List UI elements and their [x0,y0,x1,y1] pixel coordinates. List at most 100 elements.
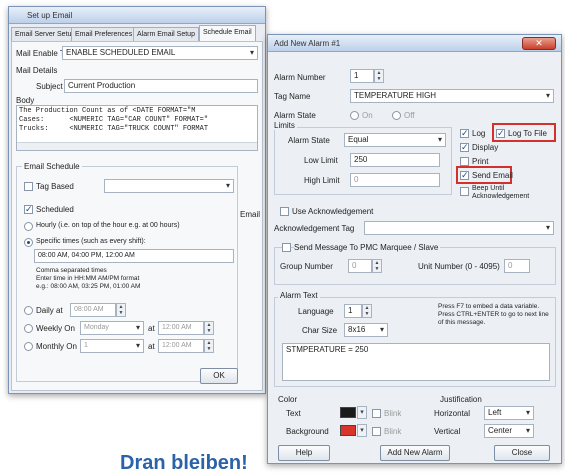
print-label: Print [472,157,489,166]
text-blink-checkbox[interactable] [372,409,381,418]
tag-name-combo[interactable]: TEMPERATURE HIGH [350,89,554,103]
window-title: Set up Email [27,11,73,20]
group-number-label: Group Number [280,262,333,271]
group-number-input[interactable]: 0 [348,259,372,273]
weekly-day-combo[interactable]: Monday [80,321,144,335]
daily-label: Daily at [36,306,63,315]
body-line-2: Cases: <NUMERIC TAG="CAR COUNT" FORMAT=" [19,116,209,124]
log-checkbox[interactable] [460,128,469,139]
tag-based-combo[interactable] [104,179,234,193]
send-email-checkbox[interactable] [460,170,469,181]
text-color-dropdown[interactable]: ▾ [357,406,367,419]
group-number-spinner[interactable]: ▲ ▼ [372,259,382,273]
daily-time-input[interactable]: 08:00 AM [70,303,116,317]
daily-radio[interactable] [24,306,33,315]
unit-number-label: Unit Number (0 - 4095) [418,262,500,271]
horizontal-combo[interactable]: Left [484,406,534,420]
low-limit-label: Low Limit [304,156,338,165]
alarm-state-off-radio[interactable] [392,111,401,120]
display-label: Display [472,143,499,152]
tag-based-label: Tag Based [36,182,74,191]
ok-button[interactable]: OK [200,368,238,384]
high-limit-label: High Limit [304,176,340,185]
body-line-1: The Production Count as of <DATE FORMAT=… [19,107,196,115]
alarm-text-hint: Press F7 to embed a data variable. Press… [438,303,549,326]
beep-checkbox[interactable] [460,187,469,196]
alarm-state-on-label: On [362,111,373,120]
setup-email-window: Set up Email Email Server Setup Email Pr… [8,6,266,394]
close-button[interactable]: Close [494,445,550,461]
background-color-swatch[interactable] [340,425,356,436]
monthly-radio[interactable] [24,342,33,351]
tag-name-label: Tag Name [274,92,311,101]
alarm-dialog-titlebar[interactable]: Add New Alarm #1 ✕ [268,35,561,52]
ack-tag-combo[interactable] [364,221,554,235]
language-label: Language [298,307,334,316]
beep-label: Beep Until Acknowledgement [472,185,530,200]
weekly-time-spinner[interactable]: ▲ ▼ [204,321,214,335]
close-icon[interactable]: ✕ [522,37,556,50]
hourly-radio[interactable] [24,222,33,231]
dialog-title: Add New Alarm #1 [274,39,341,48]
ack-tag-label: Acknowledgement Tag [274,224,355,233]
horizontal-scrollbar[interactable] [17,142,257,150]
monthly-time-input[interactable]: 12:00 AM [158,339,204,353]
alarm-number-input[interactable]: 1 [350,69,374,83]
weekly-radio[interactable] [24,324,33,333]
alarm-state-on-radio[interactable] [350,111,359,120]
monthly-label: Monthly On [36,342,77,351]
tab-schedule-email[interactable]: Schedule Email [199,25,256,42]
alarm-number-spinner[interactable]: ▲ ▼ [374,69,384,83]
send-message-checkbox[interactable] [282,243,291,252]
weekly-time-input[interactable]: 12:00 AM [158,321,204,335]
setup-email-titlebar[interactable]: Set up Email [9,7,265,24]
vertical-label: Vertical [434,427,461,436]
tab-email-preferences[interactable]: Email Preferences [71,27,137,41]
tab-alarm-email-setup[interactable]: Alarm Email Setup [133,27,199,41]
print-checkbox[interactable] [460,157,469,166]
alarm-text-input[interactable]: STMPERATURE = 250 [282,343,550,381]
low-limit-input[interactable]: 250 [350,153,440,167]
background-color-dropdown[interactable]: ▾ [357,424,367,437]
mail-enable-combo[interactable]: ENABLE SCHEDULED EMAIL [62,46,258,60]
help-button[interactable]: Help [278,445,330,461]
tag-based-checkbox[interactable] [24,182,33,191]
hint-line-2: Enter time in HH:MM AM/PM format [36,275,140,282]
alarm-state-off-label: Off [404,111,415,120]
tab-email-server-setup[interactable]: Email Server Setup [11,27,80,41]
background-blink-label: Blink [384,427,402,436]
body-textarea[interactable]: The Production Count as of <DATE FORMAT=… [16,105,258,151]
add-new-alarm-dialog: Add New Alarm #1 ✕ Alarm Number 1 ▲ ▼ Tag… [267,34,562,464]
text-blink-label: Blink [384,409,402,418]
specific-times-input[interactable]: 08:00 AM, 04:00 PM, 12:00 AM [34,249,234,263]
scheduled-checkbox[interactable] [24,204,33,215]
email-schedule-label: Email Schedule [22,162,82,171]
weekly-label: Weekly On [36,324,75,333]
specific-times-radio[interactable] [24,238,33,247]
subject-label: Subject [36,82,63,91]
limits-label: Limits [274,121,297,130]
high-limit-input[interactable]: 0 [350,173,440,187]
scheduled-label: Scheduled [36,205,74,214]
background-blink-checkbox[interactable] [372,427,381,436]
language-spinner[interactable]: ▲ ▼ [362,304,372,318]
use-ack-checkbox[interactable] [280,207,289,216]
unit-number-input[interactable]: 0 [504,259,530,273]
hourly-label: Hourly (i.e. on top of the hour e.g. at … [36,222,180,229]
vertical-combo[interactable]: Center [484,424,534,438]
horizontal-label: Horizontal [434,409,471,418]
subject-input[interactable]: Current Production [64,79,258,93]
language-input[interactable]: 1 [344,304,362,318]
monthly-day-combo[interactable]: 1 [80,339,144,353]
char-size-combo[interactable]: 8x16 [344,323,388,337]
log-to-file-checkbox[interactable] [496,128,505,139]
display-checkbox[interactable] [460,142,469,153]
monthly-time-spinner[interactable]: ▲ ▼ [204,339,214,353]
text-color-swatch[interactable] [340,407,356,418]
specific-times-label: Specific times (such as every shift): [36,238,146,245]
add-new-alarm-button[interactable]: Add New Alarm [380,445,450,461]
alarm-state-combo[interactable]: Equal [344,133,446,147]
daily-time-spinner[interactable]: ▲ ▼ [116,303,126,317]
body-line-3: Trucks: <NUMERIC TAG="TRUCK COUNT" FORMA… [19,125,209,133]
text-color-label: Text [286,409,301,418]
